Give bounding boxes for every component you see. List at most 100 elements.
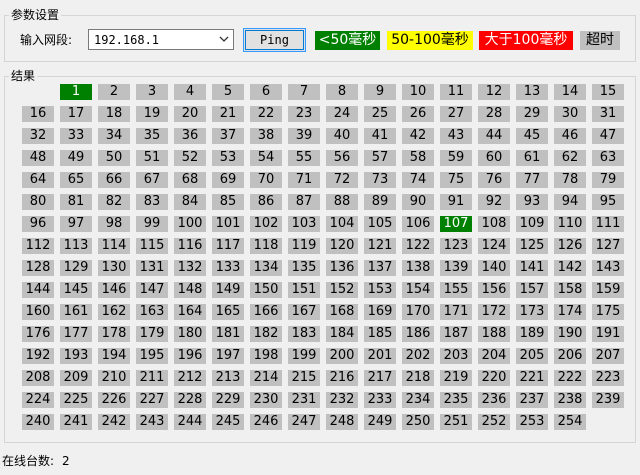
host-cell-130: 130 <box>98 260 130 276</box>
host-cell-89: 89 <box>364 194 396 210</box>
host-cell-119: 119 <box>288 238 320 254</box>
params-title: 参数设置 <box>9 8 62 22</box>
host-cell-95: 95 <box>592 194 624 210</box>
host-cell-85: 85 <box>212 194 244 210</box>
host-cell-184: 184 <box>326 326 358 342</box>
host-cell-178: 178 <box>98 326 130 342</box>
host-cell-142: 142 <box>554 260 586 276</box>
host-cell-140: 140 <box>478 260 510 276</box>
host-cell-246: 246 <box>250 414 282 430</box>
host-cell-30: 30 <box>554 106 586 122</box>
host-cell-27: 27 <box>440 106 472 122</box>
host-cell-64: 64 <box>22 172 54 188</box>
host-cell-135: 135 <box>288 260 320 276</box>
host-cell-195: 195 <box>136 348 168 364</box>
host-cell-46: 46 <box>554 128 586 144</box>
host-cell-158: 158 <box>554 282 586 298</box>
host-cell-17: 17 <box>60 106 92 122</box>
host-cell-111: 111 <box>592 216 624 232</box>
host-cell-230: 230 <box>250 392 282 408</box>
host-cell-220: 220 <box>478 370 510 386</box>
host-cell-24: 24 <box>326 106 358 122</box>
host-cell-235: 235 <box>440 392 472 408</box>
host-cell-123: 123 <box>440 238 472 254</box>
segment-select-value: 192.168.1 <box>94 33 160 47</box>
host-cell-54: 54 <box>250 150 282 166</box>
host-cell-143: 143 <box>592 260 624 276</box>
host-cell-11: 11 <box>440 84 472 100</box>
host-cell-179: 179 <box>136 326 168 342</box>
host-cell-16: 16 <box>22 106 54 122</box>
host-cell-138: 138 <box>402 260 434 276</box>
host-cell-155: 155 <box>440 282 472 298</box>
host-cell-172: 172 <box>478 304 510 320</box>
host-cell-118: 118 <box>250 238 282 254</box>
host-cell-185: 185 <box>364 326 396 342</box>
host-cell-233: 233 <box>364 392 396 408</box>
host-cell-94: 94 <box>554 194 586 210</box>
host-cell-216: 216 <box>326 370 358 386</box>
host-cell-231: 231 <box>288 392 320 408</box>
host-cell-139: 139 <box>440 260 472 276</box>
host-cell-157: 157 <box>516 282 548 298</box>
host-cell-98: 98 <box>98 216 130 232</box>
host-cell-201: 201 <box>364 348 396 364</box>
host-cell-66: 66 <box>98 172 130 188</box>
host-cell-202: 202 <box>402 348 434 364</box>
host-cell-170: 170 <box>402 304 434 320</box>
host-cell-176: 176 <box>22 326 54 342</box>
host-cell-156: 156 <box>478 282 510 298</box>
host-cell-35: 35 <box>136 128 168 144</box>
host-cell-13: 13 <box>516 84 548 100</box>
host-cell-125: 125 <box>516 238 548 254</box>
host-cell-131: 131 <box>136 260 168 276</box>
host-cell-136: 136 <box>326 260 358 276</box>
host-cell-177: 177 <box>60 326 92 342</box>
host-cell-223: 223 <box>592 370 624 386</box>
host-cell-132: 132 <box>174 260 206 276</box>
host-cell-38: 38 <box>250 128 282 144</box>
host-cell-183: 183 <box>288 326 320 342</box>
host-cell-171: 171 <box>440 304 472 320</box>
host-cell-58: 58 <box>402 150 434 166</box>
chevron-down-icon[interactable] <box>218 33 230 46</box>
host-cell-182: 182 <box>250 326 282 342</box>
segment-select[interactable]: 192.168.1 <box>88 29 234 50</box>
segment-label: 输入网段: <box>20 33 73 47</box>
host-cell-70: 70 <box>250 172 282 188</box>
host-cell-32: 32 <box>22 128 54 144</box>
host-cell-124: 124 <box>478 238 510 254</box>
host-cell-150: 150 <box>250 282 282 298</box>
host-cell-214: 214 <box>250 370 282 386</box>
host-cell-217: 217 <box>364 370 396 386</box>
host-cell-109: 109 <box>516 216 548 232</box>
host-cell-194: 194 <box>98 348 130 364</box>
host-cell-207: 207 <box>592 348 624 364</box>
host-cell-247: 247 <box>288 414 320 430</box>
host-cell-152: 152 <box>326 282 358 298</box>
host-cell-163: 163 <box>136 304 168 320</box>
host-cell-164: 164 <box>174 304 206 320</box>
host-cell-65: 65 <box>60 172 92 188</box>
host-cell-15: 15 <box>592 84 624 100</box>
host-cell-239: 239 <box>592 392 624 408</box>
host-cell-134: 134 <box>250 260 282 276</box>
host-cell-23: 23 <box>288 106 320 122</box>
host-cell-26: 26 <box>402 106 434 122</box>
host-cell-122: 122 <box>402 238 434 254</box>
host-cell-121: 121 <box>364 238 396 254</box>
host-cell-249: 249 <box>364 414 396 430</box>
host-cell-45: 45 <box>516 128 548 144</box>
host-cell-3: 3 <box>136 84 168 100</box>
host-cell-196: 196 <box>174 348 206 364</box>
host-cell-212: 212 <box>174 370 206 386</box>
online-count-value: 2 <box>62 454 70 468</box>
host-cell-9: 9 <box>364 84 396 100</box>
host-cell-160: 160 <box>22 304 54 320</box>
host-cell-57: 57 <box>364 150 396 166</box>
host-cell-68: 68 <box>174 172 206 188</box>
ping-button[interactable]: Ping <box>243 28 306 52</box>
host-cell-133: 133 <box>212 260 244 276</box>
host-cell-191: 191 <box>592 326 624 342</box>
host-cell-128: 128 <box>22 260 54 276</box>
